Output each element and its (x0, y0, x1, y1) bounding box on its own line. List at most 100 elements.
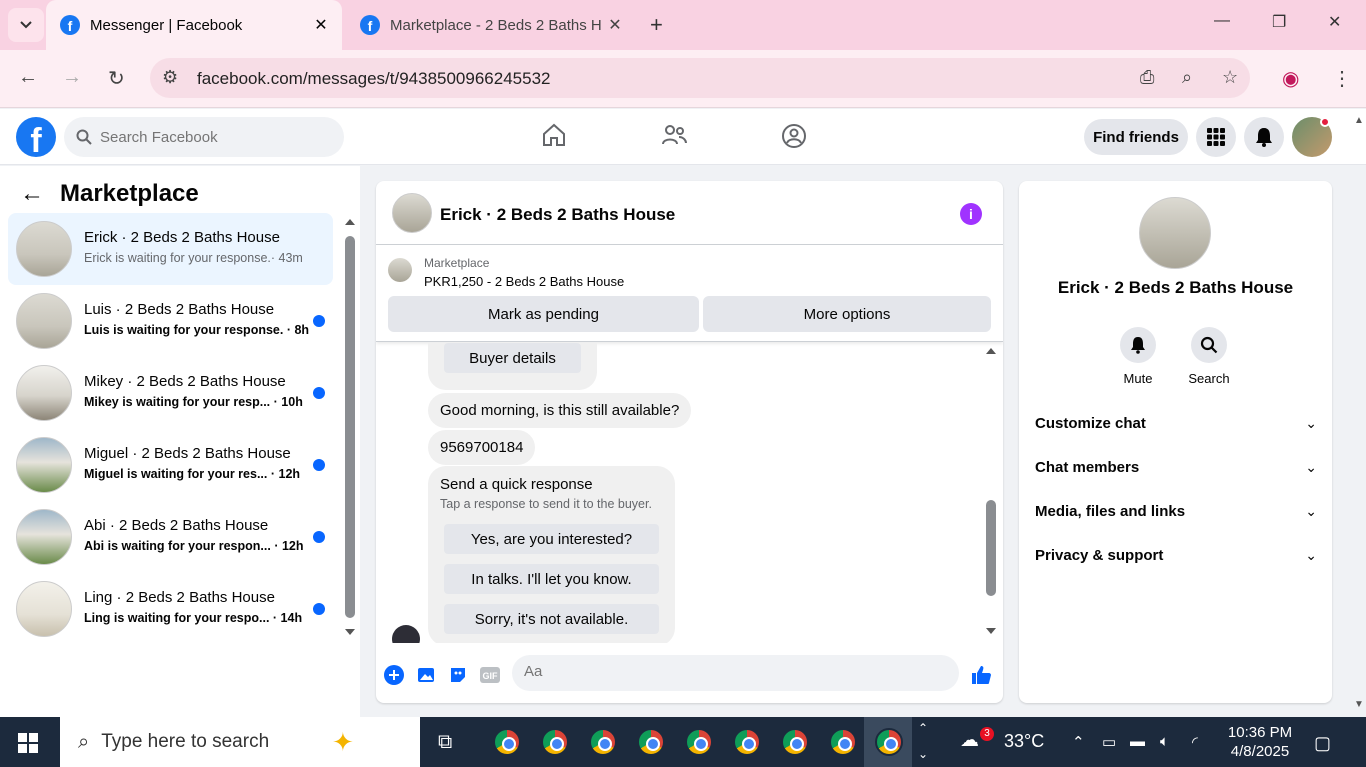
site-settings-icon[interactable]: ⚙ (162, 67, 178, 88)
show-hidden-icons-icon[interactable]: ⌃ (1072, 733, 1085, 751)
back-icon[interactable]: ← (18, 66, 38, 89)
forward-icon[interactable]: → (62, 66, 82, 89)
tab-marketplace[interactable]: f Marketplace - 2 Beds 2 Baths H ✕ (346, 0, 636, 50)
restore-button[interactable]: ❐ (1272, 12, 1286, 32)
conversation-item[interactable]: Luis · 2 Beds 2 Baths House Luis is wait… (8, 285, 333, 357)
conversation-item[interactable]: Abi · 2 Beds 2 Baths House Abi is waitin… (8, 501, 333, 573)
scroll-down-icon[interactable] (985, 627, 997, 635)
mark-as-pending-button[interactable]: Mark as pending (388, 296, 699, 332)
message-input[interactable] (524, 663, 904, 680)
contact-avatar[interactable] (1139, 197, 1211, 269)
chrome-app-icon[interactable] (490, 727, 524, 757)
conversation-item[interactable]: Mikey · 2 Beds 2 Baths House Mikey is wa… (8, 357, 333, 429)
minimize-button[interactable]: — (1214, 12, 1230, 30)
close-tab-icon[interactable]: ✕ (310, 15, 332, 35)
battery-icon[interactable]: ▬ (1130, 733, 1145, 750)
conversation-item[interactable]: Ling · 2 Beds 2 Baths House Ling is wait… (8, 573, 333, 645)
more-menu-icon[interactable]: ⋮ (1332, 66, 1352, 91)
message-input-box[interactable]: ☺ (512, 655, 959, 691)
scroll-up-icon[interactable] (985, 347, 997, 355)
chrome-app-icon[interactable] (872, 727, 906, 757)
find-friends-button[interactable]: Find friends (1084, 119, 1188, 155)
scroll-up-icon[interactable] (344, 218, 356, 226)
conversation-item[interactable]: Erick · 2 Beds 2 Baths House Erick is wa… (8, 213, 333, 285)
chat-avatar[interactable] (392, 193, 432, 233)
chevron-down-icon (20, 21, 32, 29)
quick-response-button[interactable]: Yes, are you interested? (444, 524, 659, 554)
more-options-button[interactable]: More options (703, 296, 991, 332)
back-arrow-icon[interactable]: ← (20, 180, 44, 208)
listing-price[interactable]: PKR1,250 - 2 Beds 2 Baths House (424, 274, 624, 289)
scrollbar-thumb[interactable] (345, 236, 355, 618)
new-tab-button[interactable]: + (650, 12, 663, 38)
privacy-support-section[interactable]: Privacy & support ⌄ (1035, 541, 1317, 569)
temperature[interactable]: 33°C (1004, 731, 1044, 752)
chrome-app-icon[interactable] (730, 727, 764, 757)
notification-center-icon[interactable]: ▢ (1314, 733, 1331, 754)
mute-button[interactable]: Mute (1108, 327, 1168, 386)
taskbar-search[interactable]: ⌕ Type here to search ✦ (60, 717, 420, 767)
chrome-app-icon[interactable] (538, 727, 572, 757)
scroll-down-icon[interactable]: ▼ (1354, 699, 1364, 710)
list-scrollbar[interactable] (344, 218, 356, 638)
search-label: Search (1188, 371, 1230, 386)
friends-icon[interactable] (661, 123, 687, 147)
thumbs-up-icon[interactable] (970, 664, 992, 686)
chat-title[interactable]: Erick · 2 Beds 2 Baths House (440, 205, 675, 225)
photo-icon[interactable] (415, 664, 437, 686)
scroll-down-icon[interactable] (344, 628, 356, 636)
chrome-app-icon[interactable] (682, 727, 716, 757)
system-clock[interactable]: 10:36 PM 4/8/2025 (1212, 723, 1308, 761)
chevron-down-icon: ⌄ (1305, 502, 1317, 519)
search-input[interactable] (100, 128, 330, 146)
facebook-search[interactable] (64, 117, 344, 157)
search-conversation-button[interactable]: Search (1179, 327, 1239, 386)
network-icon[interactable]: ◜ (1192, 733, 1198, 751)
notifications-bell-icon[interactable] (1244, 117, 1284, 157)
info-icon[interactable]: i (960, 203, 982, 225)
meet-now-icon[interactable]: ▭ (1102, 733, 1116, 751)
windows-start-icon[interactable] (18, 733, 38, 753)
quick-response-button[interactable]: Sorry, it's not available. (444, 604, 659, 634)
chrome-app-icon[interactable] (586, 727, 620, 757)
scrollbar-thumb[interactable] (986, 500, 996, 596)
bookmark-star-icon[interactable]: ☆ (1222, 67, 1238, 88)
chrome-app-icon[interactable] (634, 727, 668, 757)
task-view-icon[interactable]: ⧉ (438, 731, 452, 754)
media-files-links-section[interactable]: Media, files and links ⌄ (1035, 497, 1317, 525)
page-scrollbar[interactable]: ▲ ▼ (1354, 115, 1364, 715)
scroll-up-icon[interactable]: ▲ (1354, 115, 1364, 126)
account-avatar[interactable] (1292, 117, 1332, 157)
chat-header: Erick · 2 Beds 2 Baths House i (376, 181, 1003, 245)
groups-icon[interactable] (781, 123, 807, 149)
taskbar-scroll-down-icon[interactable]: ⌄ (918, 747, 928, 761)
home-icon[interactable] (541, 123, 567, 147)
sender-avatar (392, 625, 420, 643)
taskbar-scroll-up-icon[interactable]: ⌃ (918, 721, 928, 735)
quick-response-button[interactable]: In talks. I'll let you know. (444, 564, 659, 594)
menu-grid-icon[interactable] (1196, 117, 1236, 157)
weather-icon[interactable]: ☁ (960, 729, 979, 752)
close-window-button[interactable]: ✕ (1328, 12, 1341, 32)
customize-chat-section[interactable]: Customize chat ⌄ (1035, 409, 1317, 437)
tab-search-button[interactable] (8, 8, 44, 42)
plus-icon[interactable] (383, 664, 405, 686)
close-tab-icon[interactable]: ✕ (604, 15, 626, 35)
sticker-icon[interactable] (447, 664, 469, 686)
buyer-details-button[interactable]: Buyer details (444, 343, 581, 373)
conversation-preview: Erick is waiting for your response.· 43m (84, 251, 303, 265)
thread-scrollbar[interactable] (985, 347, 997, 639)
gif-icon[interactable]: GIF (479, 664, 501, 686)
address-bar[interactable]: ⚙ facebook.com/messages/t/94385009662455… (150, 58, 1250, 98)
tab-messenger[interactable]: f Messenger | Facebook ✕ (46, 0, 342, 50)
chrome-app-icon[interactable] (826, 727, 860, 757)
zoom-icon[interactable]: ⌕ (1182, 67, 1192, 88)
profile-icon[interactable]: ◉ (1282, 66, 1299, 91)
facebook-logo[interactable]: f (16, 117, 56, 157)
reload-icon[interactable]: ↻ (108, 66, 125, 91)
chrome-app-icon[interactable] (778, 727, 812, 757)
install-app-icon[interactable]: ⎙ (1140, 67, 1154, 88)
chat-members-section[interactable]: Chat members ⌄ (1035, 453, 1317, 481)
volume-icon[interactable]: 🔈︎ (1160, 733, 1169, 750)
conversation-item[interactable]: Miguel · 2 Beds 2 Baths House Miguel is … (8, 429, 333, 501)
